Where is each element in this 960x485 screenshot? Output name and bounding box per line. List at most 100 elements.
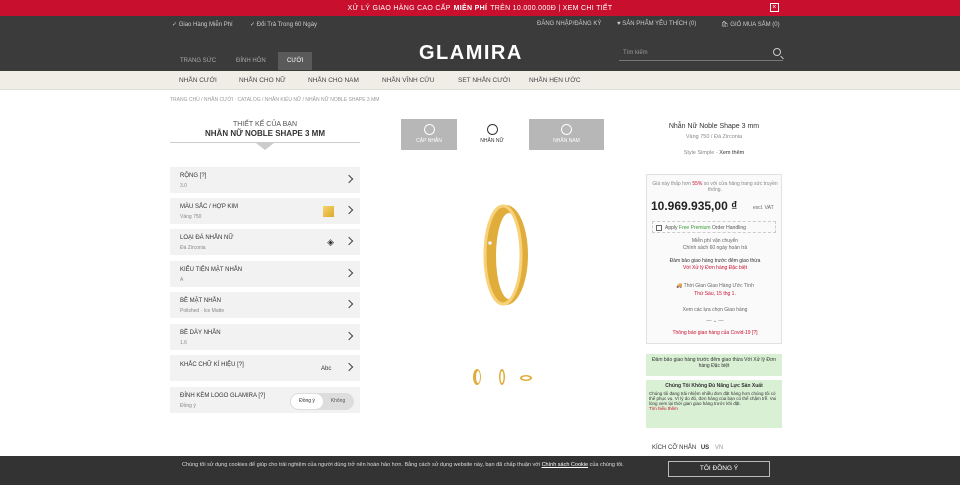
size-label: KÍCH CỠ NHẪN: [652, 445, 697, 451]
subnav-womens-rings[interactable]: NHẪN CHO NỮ: [239, 77, 286, 84]
wishlist-link[interactable]: ♥ SẢN PHẨM YÊU THÍCH (0): [617, 21, 696, 27]
tab-mens-ring[interactable]: NHẪN NAM: [529, 119, 604, 150]
option-engraving[interactable]: KHẮC CHỮ KÍ HIỆU [?]: [170, 355, 360, 382]
toggle-yes[interactable]: Đồng ý: [291, 394, 323, 409]
thumbnail-side[interactable]: [470, 368, 484, 386]
toggle-no[interactable]: Không: [324, 394, 352, 409]
chevron-right-icon: [344, 268, 354, 278]
cookie-policy-link[interactable]: Chính sách Cookie: [542, 462, 588, 468]
delivery-label: 🚚 Thời Gian Giao Hàng Ước Tính: [676, 283, 754, 289]
cart-label: GIỎ MUA SẮM (0): [730, 22, 780, 28]
close-icon[interactable]: ×: [770, 3, 779, 12]
size-vn[interactable]: VN: [715, 445, 723, 451]
tab-jewelry[interactable]: TRANG SỨC: [171, 52, 225, 70]
gold-swatch-icon: [323, 206, 334, 217]
vat-note: excl. VAT: [753, 205, 774, 211]
chevron-right-icon: [344, 236, 354, 246]
cookie-text: Chúng tôi sử dụng cookies để giúp cho tr…: [182, 461, 662, 470]
capacity-body: Chúng tôi đang trải nhiệm nhiều đơn đặt …: [649, 391, 777, 406]
product-material: Vàng 750 / Đá Zirconia: [685, 134, 743, 140]
covid-notice[interactable]: Thông báo giao hàng của Covid-19 [?]: [651, 330, 779, 336]
delivery-options-link[interactable]: Xem các lựa chọn Giao hàng: [651, 307, 779, 313]
option-cut-style[interactable]: KIỂU TIỆN MẶT NHẪN A: [170, 261, 360, 288]
option-width[interactable]: RỘNG [?] 3.0: [170, 167, 360, 194]
note-prefix: Giá này thấp hơn: [652, 181, 693, 187]
logo-toggle[interactable]: Đồng ý Không: [290, 393, 354, 410]
option-title: KHẮC CHỮ KÍ HIỆU [?]: [180, 362, 244, 368]
thumbnail-flat[interactable]: [519, 368, 533, 386]
price: 10.969.935,00 ₫: [651, 199, 738, 213]
option-title: LOẠI ĐÁ NHẪN NỮ: [180, 235, 234, 241]
checkbox-icon[interactable]: [656, 225, 662, 231]
cookie-accept-button[interactable]: TÔI ĐỒNG Ý: [668, 461, 770, 477]
option-value: 3.0: [180, 183, 187, 189]
thumbnail-front[interactable]: [495, 368, 509, 386]
option-value: Đồng ý: [180, 403, 196, 409]
option-color-alloy[interactable]: MÀU SẮC / HỢP KIM Vàng 750: [170, 198, 360, 225]
option-title: BỀ DÀY NHẪN: [180, 330, 221, 336]
chevron-right-icon: [344, 205, 354, 215]
option-title: KIỂU TIỆN MẶT NHẪN: [180, 267, 243, 273]
tab-label: NHẪN NỮ: [480, 138, 504, 144]
subnav-ring-sets[interactable]: SET NHẪN CƯỚI: [458, 77, 510, 84]
capacity-notice: Chúng Tôi Không Đủ Năng Lực Sản Xuất Chú…: [646, 380, 782, 428]
design-title: THIẾT KẾ CỦA BẠN: [232, 121, 298, 128]
ring-size-selector[interactable]: KÍCH CỠ NHẪN US VN: [652, 445, 723, 451]
site-header: ✓ Giao Hàng Miễn Phí ✓ Đổi Trả Trong 60 …: [0, 16, 960, 71]
option-stone[interactable]: LOẠI ĐÁ NHẪN NỮ Đá Zirconia ◈: [170, 229, 360, 256]
premium-free: Free Premium: [678, 225, 711, 231]
search-input[interactable]: Tìm kiếm: [619, 46, 783, 61]
cart-link[interactable]: 🛍 GIỎ MUA SẮM (0): [721, 21, 780, 28]
logo[interactable]: GLAMIRA: [419, 42, 523, 65]
returns-note: ✓ Đổi Trả Trong 60 Ngày: [250, 22, 318, 28]
guarantee-text: Đảm bảo giao hàng trước đêm giao thừa: [669, 258, 761, 264]
price-box: Giá này thấp hơn 55% so với cửa hàng tra…: [646, 174, 782, 344]
tab-wedding[interactable]: CƯỚI: [278, 52, 313, 70]
style-label: Style Simple -: [683, 150, 720, 156]
option-value: Polished · Ice Matte: [180, 308, 225, 314]
capacity-link[interactable]: Tìm hiểu thêm: [649, 406, 779, 412]
design-name: NHẪN NỮ NOBLE SHAPE 3 MM: [205, 129, 325, 138]
premium-suffix: Order Handling: [710, 225, 746, 231]
ring-icon: [486, 124, 498, 135]
style-more-link[interactable]: Xem thêm: [719, 150, 744, 156]
promo-free: MIỄN PHÍ: [453, 4, 488, 12]
option-surface[interactable]: BỀ MẶT NHẪN Polished · Ice Matte: [170, 292, 360, 319]
subnav-wedding-rings[interactable]: NHẪN CƯỚI: [179, 77, 217, 84]
tab-label: CẶP NHẪN: [416, 138, 442, 144]
more-divider: — ⌄ —: [706, 318, 724, 324]
guarantee-link[interactable]: Với Xử lý Đơn hàng Đặc biệt: [651, 265, 779, 271]
delivery-text: Thời Gian Giao Hàng Ước Tính: [683, 283, 754, 289]
search-placeholder: Tìm kiếm: [623, 50, 648, 56]
premium-handling-checkbox[interactable]: Apply Free Premium Order Handling: [652, 221, 776, 233]
option-value: A: [180, 277, 184, 283]
breadcrumb[interactable]: TRANG CHỦ / NHẪN CƯỚI · CATALOG / NHẪN K…: [170, 97, 379, 103]
product-style: Style Simple - Xem thêm: [646, 150, 782, 156]
login-link[interactable]: ĐĂNG NHẬP/ĐĂNG KÝ: [537, 21, 601, 27]
size-us[interactable]: US: [701, 445, 709, 451]
premium-prefix: Apply: [665, 225, 679, 231]
subnav-promise-rings[interactable]: NHẪN HẸN ƯỚC: [529, 77, 581, 84]
subnav-eternity-rings[interactable]: NHẪN VĨNH CỬU: [382, 77, 435, 84]
chevron-right-icon: [344, 362, 354, 372]
promo-link[interactable]: TRÊN 10.000.000Đ | XEM CHI TIẾT: [490, 5, 612, 12]
return-policy[interactable]: Chính sách 60 ngày hoàn trả: [651, 245, 779, 251]
option-title: RỘNG [?]: [180, 173, 207, 179]
option-title: BỀ MẶT NHẪN: [180, 298, 221, 304]
free-shipping: Miễn phí vận chuyển: [691, 238, 739, 244]
sub-navigation: NHẪN CƯỚI NHẪN CHO NỮ NHẪN CHO NAM NHẪN …: [0, 71, 960, 90]
chevron-right-icon: [344, 174, 354, 184]
tab-womens-ring[interactable]: NHẪN NỮ: [464, 119, 520, 150]
product-image[interactable]: [476, 200, 536, 310]
free-shipping-note: ✓ Giao Hàng Miễn Phí: [172, 22, 233, 28]
promo-bar[interactable]: XỬ LÝ GIAO HÀNG CAO CẤP MIỄN PHÍ TRÊN 10…: [0, 0, 960, 16]
pointer-icon: [256, 143, 274, 150]
tab-engagement[interactable]: ĐÍNH HÔN: [227, 52, 275, 70]
promo-text: XỬ LÝ GIAO HÀNG CAO CẤP: [347, 4, 451, 12]
option-value: 1.6: [180, 340, 187, 346]
cookie-banner: Chúng tôi sử dụng cookies để giúp cho tr…: [0, 456, 960, 485]
tab-ring-pair[interactable]: CẶP NHẪN: [401, 119, 457, 150]
option-thickness[interactable]: BỀ DÀY NHẪN 1.6: [170, 324, 360, 351]
search-icon[interactable]: [773, 48, 781, 56]
subnav-mens-rings[interactable]: NHẪN CHO NAM: [308, 77, 359, 84]
